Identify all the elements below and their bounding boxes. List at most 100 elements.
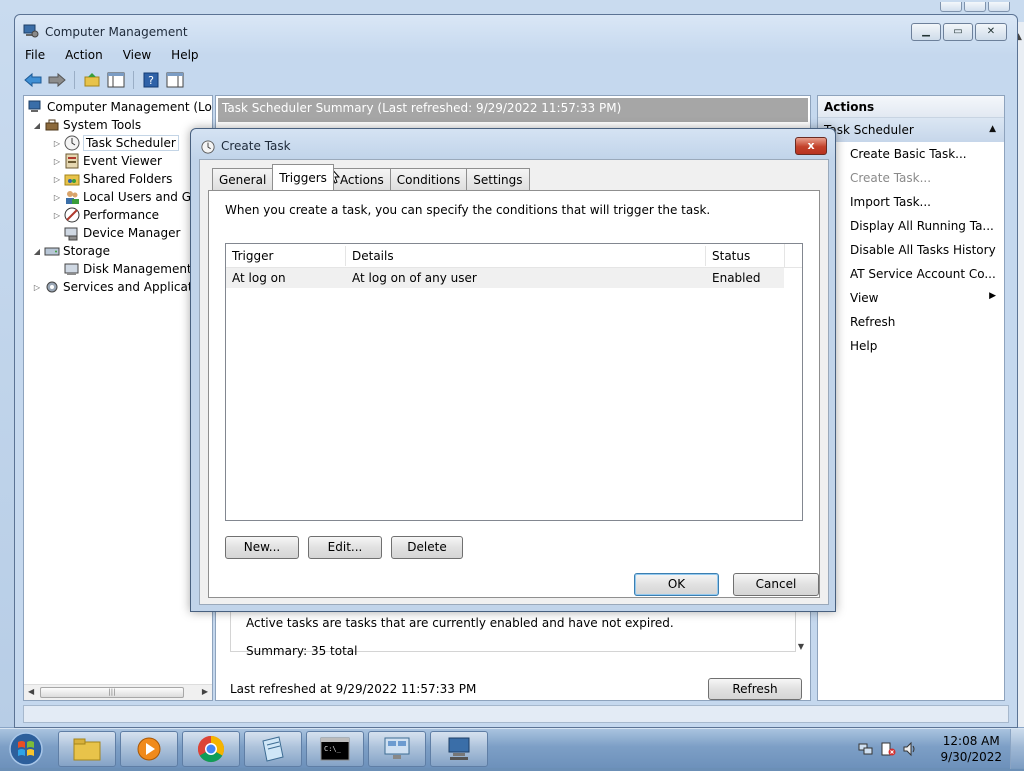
collapse-up-icon[interactable]: ▲ bbox=[989, 124, 996, 134]
section-label: Task Scheduler bbox=[824, 123, 914, 137]
tree-item-storage[interactable]: ◢ Storage bbox=[32, 242, 110, 260]
taskbar-network-app[interactable] bbox=[368, 731, 426, 767]
close-button[interactable]: ✕ bbox=[975, 23, 1007, 41]
tree-item-local-users[interactable]: ▷ Local Users and Gro bbox=[52, 188, 203, 206]
tray-volume-icon[interactable] bbox=[902, 741, 918, 757]
tab-general[interactable]: General bbox=[212, 168, 274, 190]
action-create-task[interactable]: Create Task... bbox=[818, 166, 1004, 190]
performance-icon bbox=[64, 207, 80, 223]
taskbar-notepad[interactable] bbox=[244, 731, 302, 767]
tree-item-services-applications[interactable]: ▷ Services and Application bbox=[32, 278, 211, 296]
column-header-status[interactable]: Status bbox=[712, 249, 750, 263]
new-trigger-button[interactable]: New... bbox=[225, 536, 299, 559]
tab-actions[interactable]: Actions bbox=[332, 168, 391, 190]
cancel-button[interactable]: Cancel bbox=[733, 573, 819, 596]
summary-header: Task Scheduler Summary (Last refreshed: … bbox=[218, 98, 808, 122]
menu-help[interactable]: Help bbox=[169, 47, 200, 67]
title-bar[interactable]: Computer Management ▁ ▭ ✕ bbox=[15, 15, 1017, 45]
expand-arrow-icon[interactable]: ▷ bbox=[52, 139, 62, 148]
collapse-arrow-icon[interactable]: ◢ bbox=[32, 121, 42, 130]
action-view[interactable]: View ▶ bbox=[818, 286, 1004, 310]
collapse-arrow-icon[interactable]: ◢ bbox=[32, 247, 42, 256]
tab-triggers[interactable]: Triggers bbox=[272, 164, 334, 190]
minimize-button[interactable]: ▁ bbox=[911, 23, 941, 41]
forward-arrow-icon bbox=[48, 72, 66, 88]
chrome-icon bbox=[197, 735, 225, 763]
action-create-basic-task[interactable]: Create Basic Task... bbox=[818, 142, 1004, 166]
expand-arrow-icon[interactable]: ▷ bbox=[52, 211, 62, 220]
tree-label: Device Manager bbox=[83, 226, 181, 240]
action-import-task[interactable]: Import Task... bbox=[818, 190, 1004, 214]
tray-action-center-icon[interactable] bbox=[880, 741, 896, 757]
shared-folder-icon bbox=[64, 174, 80, 186]
table-row[interactable]: At log on At log on of any user Enabled bbox=[226, 268, 784, 288]
forward-button[interactable] bbox=[47, 70, 67, 90]
up-folder-button[interactable] bbox=[82, 70, 102, 90]
triggers-tab-panel: When you create a task, you can specify … bbox=[208, 190, 820, 598]
show-hide-action-pane-button[interactable] bbox=[165, 70, 185, 90]
dialog-close-button[interactable]: x bbox=[795, 137, 827, 155]
tree-horizontal-scrollbar[interactable]: ◀ ||| ▶ bbox=[24, 684, 212, 700]
refresh-button[interactable]: Refresh bbox=[708, 678, 802, 700]
tree-label: Shared Folders bbox=[83, 172, 173, 186]
action-refresh[interactable]: Refresh bbox=[818, 310, 1004, 334]
show-desktop-button[interactable] bbox=[1010, 729, 1024, 769]
clock[interactable]: 12:08 AM 9/30/2022 bbox=[940, 733, 1002, 765]
action-pane-icon bbox=[166, 72, 184, 88]
taskbar-chrome[interactable] bbox=[182, 731, 240, 767]
scroll-left-icon[interactable]: ◀ bbox=[28, 687, 34, 696]
start-button[interactable] bbox=[2, 730, 54, 768]
taskbar-media-player[interactable] bbox=[120, 731, 178, 767]
expand-arrow-icon[interactable]: ▷ bbox=[32, 283, 42, 292]
cell-details: At log on of any user bbox=[352, 271, 477, 285]
tree-item-shared-folders[interactable]: ▷ Shared Folders bbox=[52, 170, 172, 188]
computer-management-icon bbox=[28, 100, 41, 112]
expand-arrow-icon[interactable]: ▷ bbox=[52, 193, 62, 202]
notepad-icon bbox=[262, 736, 284, 762]
background-window-buttons bbox=[940, 2, 1010, 12]
help-button[interactable]: ? bbox=[141, 70, 161, 90]
tools-icon bbox=[45, 119, 59, 131]
edit-trigger-button[interactable]: Edit... bbox=[308, 536, 382, 559]
tree-item-device-manager[interactable]: Device Manager bbox=[62, 224, 180, 242]
maximize-button[interactable]: ▭ bbox=[943, 23, 973, 41]
show-hide-tree-button[interactable] bbox=[106, 70, 126, 90]
tab-settings[interactable]: Settings bbox=[466, 168, 530, 190]
action-display-running-tasks[interactable]: Display All Running Ta... bbox=[818, 214, 1004, 238]
summary-total: Summary: 35 total bbox=[246, 644, 358, 658]
back-button[interactable] bbox=[23, 70, 43, 90]
scroll-thumb[interactable]: ||| bbox=[40, 687, 184, 698]
delete-trigger-button[interactable]: Delete bbox=[391, 536, 463, 559]
menu-view[interactable]: View bbox=[121, 47, 153, 67]
triggers-list[interactable]: Trigger Details Status At log on At log … bbox=[225, 243, 803, 521]
tree-label: Storage bbox=[63, 244, 110, 258]
actions-section-task-scheduler[interactable]: Task Scheduler ▲ bbox=[818, 118, 1004, 142]
scroll-down-icon[interactable]: ▼ bbox=[798, 642, 804, 651]
action-help[interactable]: Help bbox=[818, 334, 1004, 358]
column-header-details[interactable]: Details bbox=[352, 249, 394, 263]
menu-file[interactable]: File bbox=[23, 47, 47, 67]
scroll-right-icon[interactable]: ▶ bbox=[202, 687, 208, 696]
ok-button[interactable]: OK bbox=[634, 573, 719, 596]
tray-network-icon[interactable] bbox=[858, 741, 874, 757]
tree-item-disk-management[interactable]: Disk Management bbox=[62, 260, 192, 278]
taskbar-command-prompt[interactable]: C:\_ bbox=[306, 731, 364, 767]
action-at-service-account[interactable]: AT Service Account Co... bbox=[818, 262, 1004, 286]
toolbar: ? bbox=[23, 69, 185, 91]
tree-item-event-viewer[interactable]: ▷ Event Viewer bbox=[52, 152, 162, 170]
tree-item-task-scheduler[interactable]: ▷ Task Scheduler bbox=[52, 134, 179, 152]
tree-item-system-tools[interactable]: ◢ System Tools bbox=[32, 116, 141, 134]
taskbar-computer-management[interactable] bbox=[430, 731, 488, 767]
column-header-trigger[interactable]: Trigger bbox=[232, 249, 273, 263]
menu-action[interactable]: Action bbox=[63, 47, 105, 67]
device-manager-icon bbox=[64, 227, 78, 241]
tree-item-computer-management[interactable]: Computer Management (Local bbox=[26, 98, 212, 116]
dialog-body: General Triggers Actions Conditions Sett… bbox=[199, 159, 829, 605]
tab-conditions[interactable]: Conditions bbox=[389, 168, 468, 190]
expand-arrow-icon[interactable]: ▷ bbox=[52, 157, 62, 166]
tree-item-performance[interactable]: ▷ Performance bbox=[52, 206, 159, 224]
taskbar-explorer[interactable] bbox=[58, 731, 116, 767]
expand-arrow-icon[interactable]: ▷ bbox=[52, 175, 62, 184]
action-disable-tasks-history[interactable]: Disable All Tasks History bbox=[818, 238, 1004, 262]
tree-label: Event Viewer bbox=[83, 154, 162, 168]
